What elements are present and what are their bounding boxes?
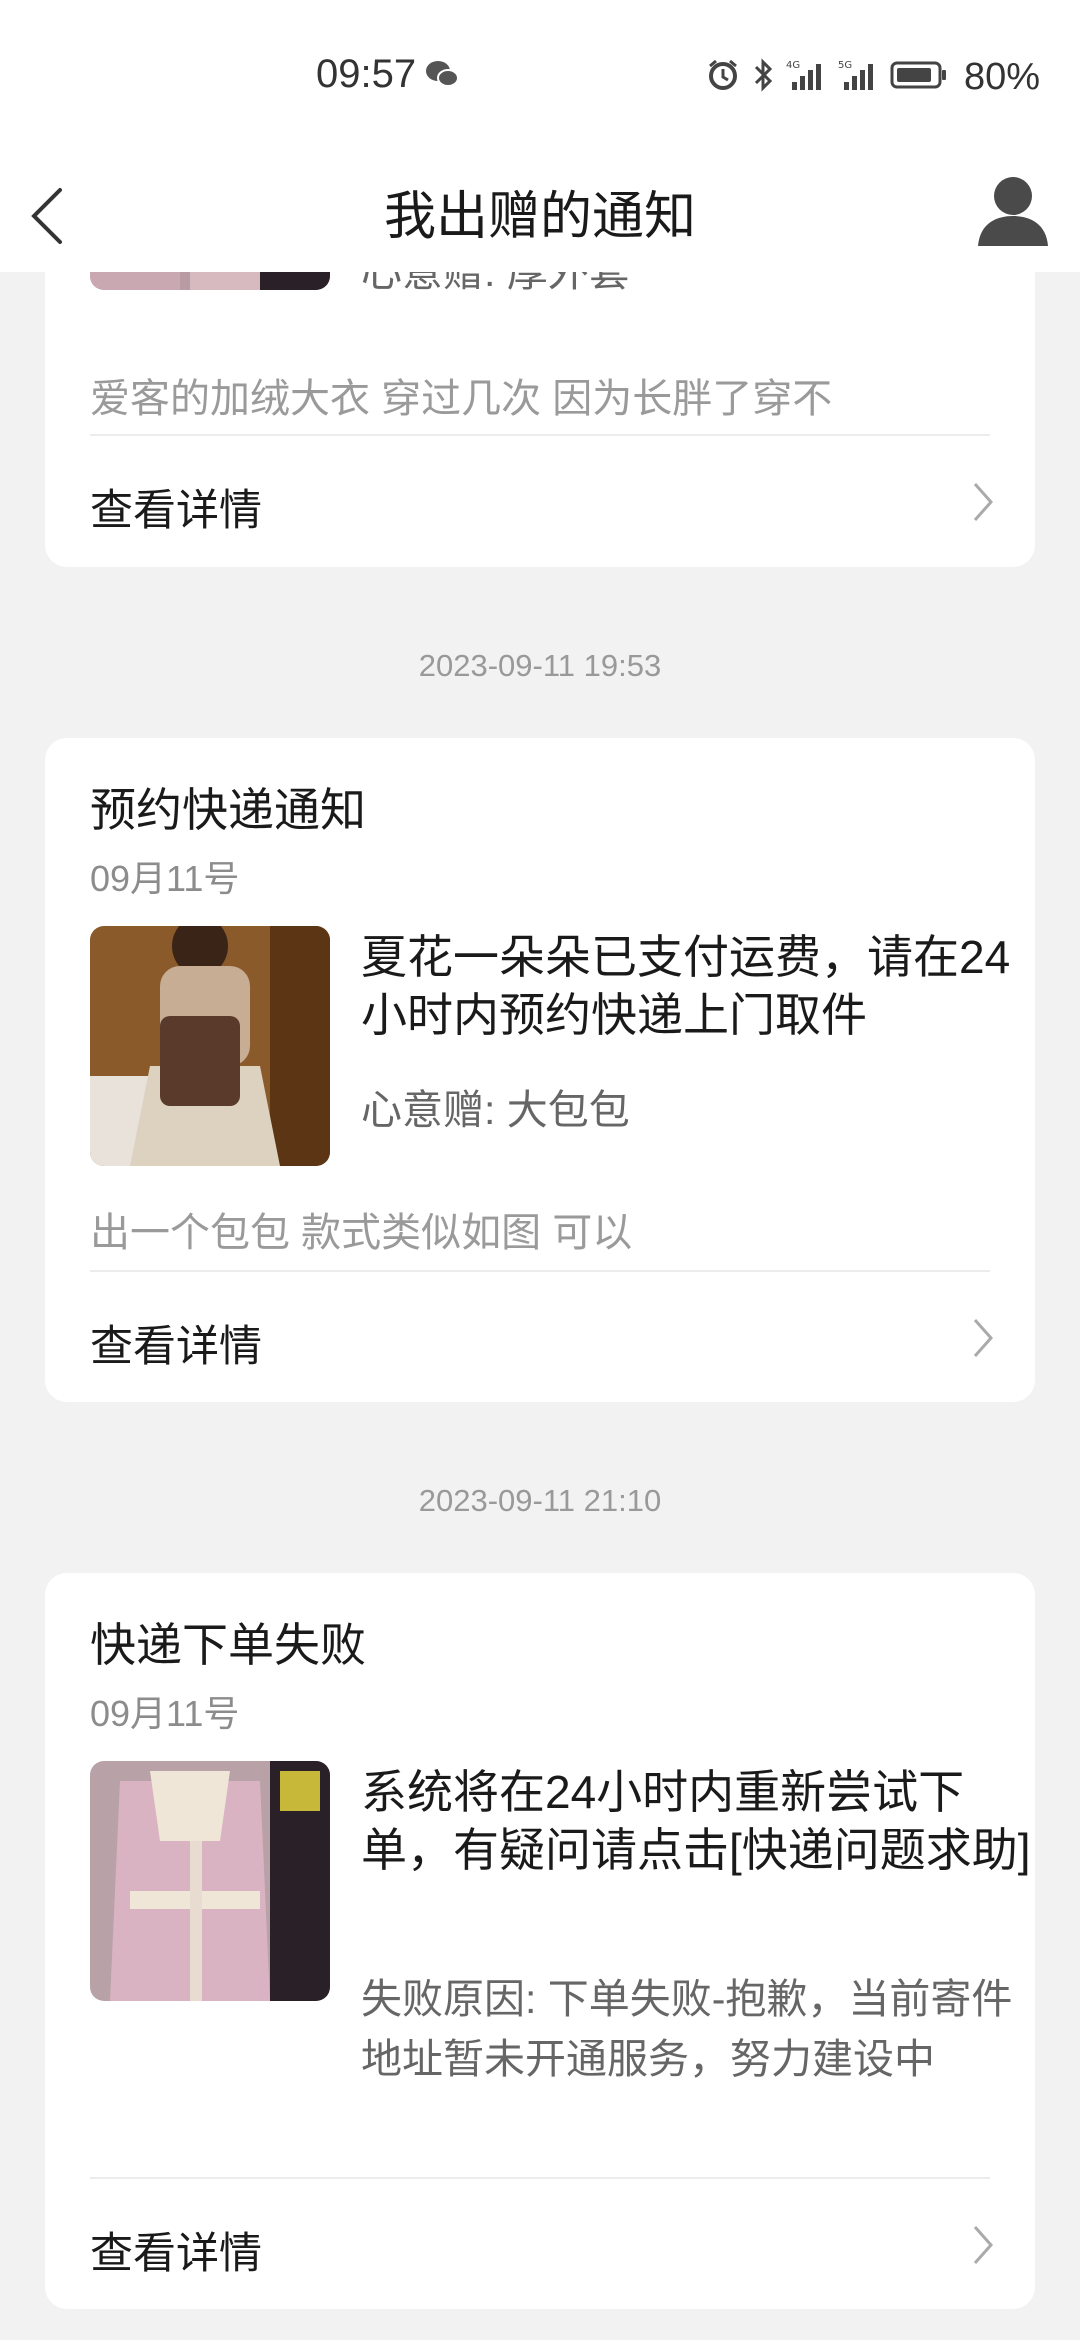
view-details-label: 查看详情 (90, 2230, 262, 2278)
page-title: 我出赠的通知 (383, 188, 696, 246)
view-details-button[interactable]: 查看详情 (45, 2179, 1035, 2309)
card-message: 夏花一朵朵已支付运费，请在24小时内预约快递上门取件 (361, 931, 1011, 1041)
battery-icon (890, 60, 948, 95)
bluetooth-icon (752, 57, 774, 98)
gift-name: 心意赠: 大包包 (361, 1087, 630, 1133)
signal-5g-icon: 5G (838, 58, 878, 97)
chevron-right-icon (971, 1316, 995, 1365)
wechat-icon (424, 58, 460, 95)
svg-text:5G: 5G (838, 60, 852, 71)
gift-note: 爱客的加绒大衣 穿过几次 因为长胖了穿不 (90, 377, 833, 421)
item-thumbnail[interactable] (90, 926, 330, 1166)
view-details-label: 查看详情 (90, 1323, 262, 1371)
gift-note: 出一个包包 款式类似如图 可以 (90, 1211, 633, 1255)
view-details-label: 查看详情 (90, 487, 262, 535)
chevron-right-icon (971, 2223, 995, 2272)
svg-text:4G: 4G (786, 60, 800, 71)
status-time: 09:57 (316, 52, 417, 96)
card-title: 快递下单失败 (90, 1619, 366, 1671)
status-icons: 4G 5G 80% (706, 52, 1040, 102)
timestamp: 2023-09-11 19:53 (418, 648, 662, 683)
chevron-right-icon (971, 480, 995, 529)
profile-button[interactable] (968, 164, 1058, 254)
status-bar: 09:57 4G 5G 80% (0, 0, 1080, 150)
brown-bag-photo (90, 926, 330, 1166)
notification-card: 预约快递通知 09月11号 夏花一朵朵已支付运费，请在24小时内预约快递上门取件… (45, 738, 1035, 1402)
signal-4g-icon: 4G (786, 58, 826, 97)
item-thumbnail[interactable] (90, 1761, 330, 2001)
card-date: 09月11号 (90, 858, 240, 899)
failure-reason: 失败原因: 下单失败-抱歉，当前寄件地址暂未开通服务，努力建设中 (361, 1976, 1013, 2082)
view-details-button[interactable]: 查看详情 (45, 436, 1035, 566)
view-details-button[interactable]: 查看详情 (45, 1272, 1035, 1402)
card-title: 预约快递通知 (90, 784, 366, 836)
card-message: 系统将在24小时内重新尝试下单，有疑问请点击[快递问题求助] (361, 1766, 1031, 1876)
battery-percent: 80% (963, 55, 1040, 98)
pink-coat-photo (90, 1761, 330, 2001)
user-icon (978, 177, 1048, 246)
card-date: 09月11号 (90, 1693, 240, 1734)
timestamp: 2023-09-11 21:10 (418, 1483, 662, 1518)
alarm-icon (706, 58, 740, 97)
nav-header: 我出赠的通知 (0, 150, 1080, 272)
notification-card: 快递下单失败 09月11号 系统将在24小时内重新尝试下单，有疑问请点击[快递问… (45, 1573, 1035, 2309)
